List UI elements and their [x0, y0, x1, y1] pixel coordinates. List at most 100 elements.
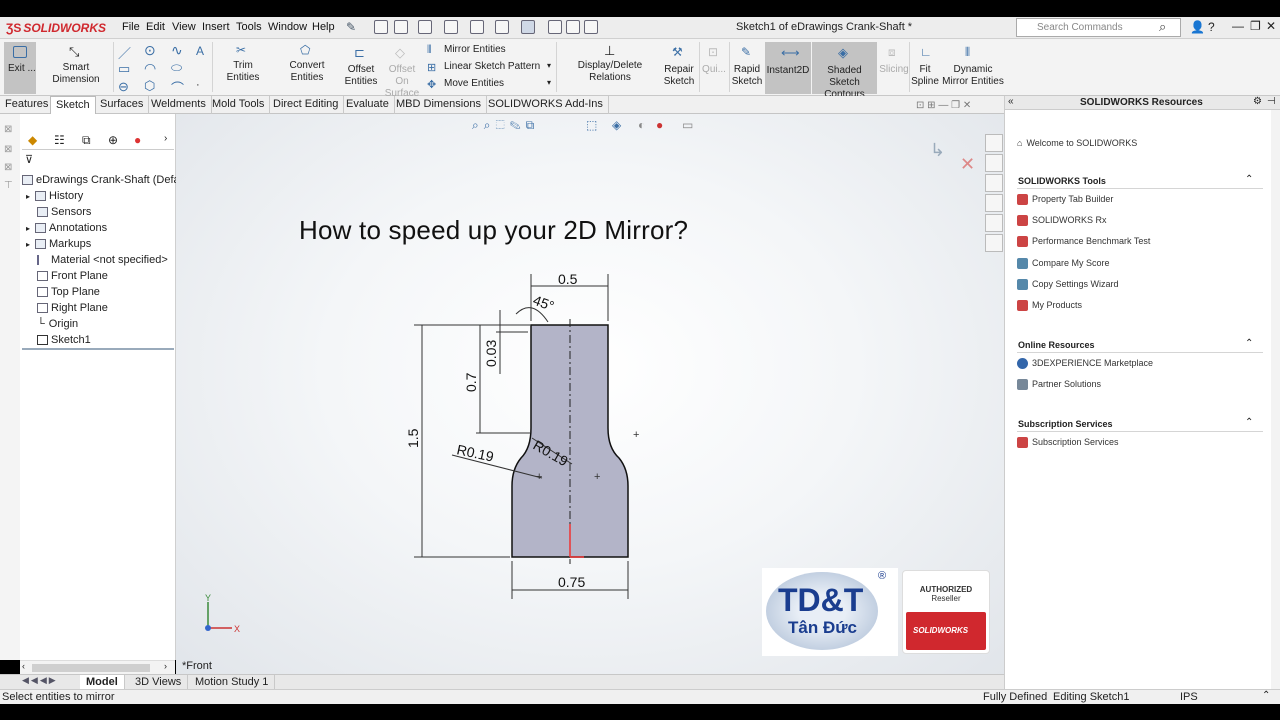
print-icon[interactable] — [470, 20, 484, 34]
resource-subscription-services[interactable]: Subscription Services — [1017, 437, 1119, 449]
tree-item-origin[interactable]: └ Origin — [37, 318, 78, 330]
chevron-right-icon[interactable]: › — [164, 133, 167, 144]
design-library-tab-icon[interactable] — [985, 174, 1003, 192]
graphics-area[interactable]: ⌕⌕⬚✎⧉ ⬚ ◈ ◐ ● ▭ ⊡ ⊞ — ❐ ✕ ↳ ✕ How to spe… — [176, 100, 1004, 676]
property-manager-icon[interactable]: ☷ — [54, 133, 65, 147]
tree-item-front-plane[interactable]: Front Plane — [37, 270, 108, 282]
polygon-icon[interactable]: ⬡ — [144, 78, 155, 94]
rapid-sketch-button[interactable]: ✎ Rapid Sketch — [731, 44, 763, 92]
dynamic-mirror-button[interactable]: ⫴ Dynamic Mirror Entities — [941, 44, 1005, 92]
display-manager-icon[interactable]: ● — [134, 133, 141, 147]
resource-benchmark[interactable]: Performance Benchmark Test — [1017, 236, 1150, 248]
tree-item-material[interactable]: Material <not specified> — [37, 254, 168, 266]
text-icon[interactable]: A — [196, 44, 204, 58]
3d-content-tab-icon[interactable] — [985, 154, 1003, 172]
collapse-pane-icon[interactable]: « — [1008, 96, 1014, 107]
search-commands-field[interactable]: Search Commands ⌕ — [1016, 18, 1181, 37]
mirror-entities-button[interactable]: ⫴ Mirror Entities — [427, 44, 547, 58]
arc-icon[interactable]: ◠ — [144, 60, 156, 77]
resource-property-tab-builder[interactable]: Property Tab Builder — [1017, 194, 1113, 206]
menu-edit[interactable]: Edit — [146, 21, 165, 33]
shaded-sketch-contours-button[interactable]: ◈ Shaded Sketch Contours — [812, 42, 877, 100]
strip-icon[interactable]: ⊠ — [4, 144, 12, 155]
chevron-up-icon[interactable]: ⌃ — [1245, 338, 1253, 349]
dim-neck[interactable]: 0.7 — [463, 372, 479, 392]
home-icon[interactable] — [374, 20, 388, 34]
strip-icon[interactable]: ⊤ — [4, 180, 13, 191]
minimize-icon[interactable]: — — [1232, 19, 1244, 33]
tab-motion-study[interactable]: Motion Study 1 — [189, 675, 276, 690]
tab-sketch[interactable]: Sketch — [50, 96, 96, 114]
restore-icon[interactable]: ❐ — [1250, 19, 1261, 33]
file-properties-icon[interactable] — [566, 20, 580, 34]
filter-icon[interactable]: ⊽ — [25, 153, 33, 166]
scroll-left-icon[interactable]: ‹ — [22, 661, 25, 671]
spline-icon[interactable]: ∿ — [171, 42, 183, 59]
welcome-link[interactable]: ⌂ Welcome to SOLIDWORKS — [1017, 138, 1137, 148]
new-file-icon[interactable] — [394, 20, 408, 34]
open-file-icon[interactable] — [418, 20, 432, 34]
tree-item-markups[interactable]: ▸ Markups — [26, 238, 91, 250]
line-icon[interactable]: ／ — [118, 43, 131, 62]
tree-item-sketch1[interactable]: Sketch1 — [37, 334, 91, 346]
point-icon[interactable]: · — [196, 79, 200, 91]
tree-item-top-plane[interactable]: Top Plane — [37, 286, 100, 298]
menu-view[interactable]: View — [172, 21, 196, 33]
status-expand-icon[interactable]: ⌃ — [1262, 690, 1270, 701]
resource-my-products[interactable]: My Products — [1017, 300, 1082, 312]
undo-icon[interactable] — [495, 20, 509, 34]
display-delete-relations-button[interactable]: ⊥ Display/Delete Relations — [560, 42, 660, 83]
tree-item-right-plane[interactable]: Right Plane — [37, 302, 108, 314]
rectangle-icon[interactable]: ▭ — [118, 61, 130, 77]
smart-dimension-button[interactable]: ⤡ Smart Dimension — [40, 42, 112, 85]
tab-evaluate[interactable]: Evaluate — [341, 96, 395, 114]
tree-item-annotations[interactable]: ▸ Annotations — [26, 222, 107, 234]
resource-compare-score[interactable]: Compare My Score — [1017, 258, 1110, 270]
quick-snaps-button[interactable]: ⊡ Qui... — [702, 44, 726, 92]
resource-marketplace[interactable]: 3DEXPERIENCE Marketplace — [1017, 358, 1153, 370]
menu-window[interactable]: Window — [268, 21, 307, 33]
exit-sketch-button[interactable]: Exit ... — [4, 42, 36, 94]
tab-mbd-dimensions[interactable]: MBD Dimensions — [391, 96, 487, 114]
dimxpert-icon[interactable]: ⊕ — [108, 133, 118, 147]
save-icon[interactable] — [444, 20, 458, 34]
strip-icon[interactable]: ⊠ — [4, 162, 12, 173]
fit-spline-button[interactable]: ∟ Fit Spline — [911, 44, 939, 92]
strip-icon[interactable]: ⊠ — [4, 124, 12, 135]
convert-entities-button[interactable]: ⬠ Convert Entities — [273, 42, 341, 83]
dim-top-width[interactable]: 0.5 — [558, 271, 578, 287]
expand-icon[interactable]: ▸ — [26, 192, 30, 201]
horizontal-scrollbar[interactable]: ‹ › — [20, 660, 175, 674]
section-title-tools[interactable]: SOLIDWORKS Tools — [1018, 176, 1106, 186]
search-icon[interactable]: ⌕ — [1159, 19, 1166, 35]
close-icon[interactable]: ✕ — [1266, 19, 1276, 33]
select-icon[interactable] — [521, 20, 535, 34]
slicing-button[interactable]: ⧈ Slicing — [879, 44, 909, 92]
section-title-subscription[interactable]: Subscription Services — [1018, 419, 1113, 429]
rebuild-icon[interactable] — [548, 20, 562, 34]
tab-weldments[interactable]: Weldments — [146, 96, 212, 114]
slot-icon[interactable]: ⊖ — [118, 79, 129, 95]
tab-3d-views[interactable]: 3D Views — [129, 675, 189, 690]
pin-icon[interactable]: ✎ — [346, 20, 356, 34]
linear-pattern-button[interactable]: ⊞ Linear Sketch Pattern ▾ — [427, 61, 552, 75]
fillet-icon[interactable]: ⌒ — [171, 78, 184, 97]
tree-item-sensors[interactable]: Sensors — [37, 206, 91, 218]
chevron-down-icon[interactable]: ▾ — [547, 78, 551, 87]
tab-model[interactable]: Model — [80, 675, 125, 690]
appearances-tab-icon[interactable] — [985, 214, 1003, 232]
dim-height[interactable]: 1.5 — [405, 428, 421, 448]
rollback-bar[interactable] — [22, 348, 174, 350]
resource-partner-solutions[interactable]: Partner Solutions — [1017, 379, 1101, 391]
options-gear-icon[interactable] — [584, 20, 598, 34]
chevron-down-icon[interactable]: ▾ — [547, 61, 551, 70]
gear-icon[interactable]: ⚙ — [1253, 96, 1262, 107]
tab-features[interactable]: Features — [0, 96, 55, 114]
ellipse-icon[interactable]: ⬭ — [171, 60, 182, 76]
circle-icon[interactable]: ⊙ — [144, 42, 156, 59]
scroll-right-icon[interactable]: › — [164, 661, 167, 671]
tab-mold-tools[interactable]: Mold Tools — [207, 96, 271, 114]
viewport-split-icon[interactable]: ⊡ ⊞ — ❐ ✕ — [916, 100, 971, 111]
scroll-thumb[interactable] — [32, 664, 150, 672]
instant2d-button[interactable]: ⟷ Instant2D — [765, 42, 811, 94]
